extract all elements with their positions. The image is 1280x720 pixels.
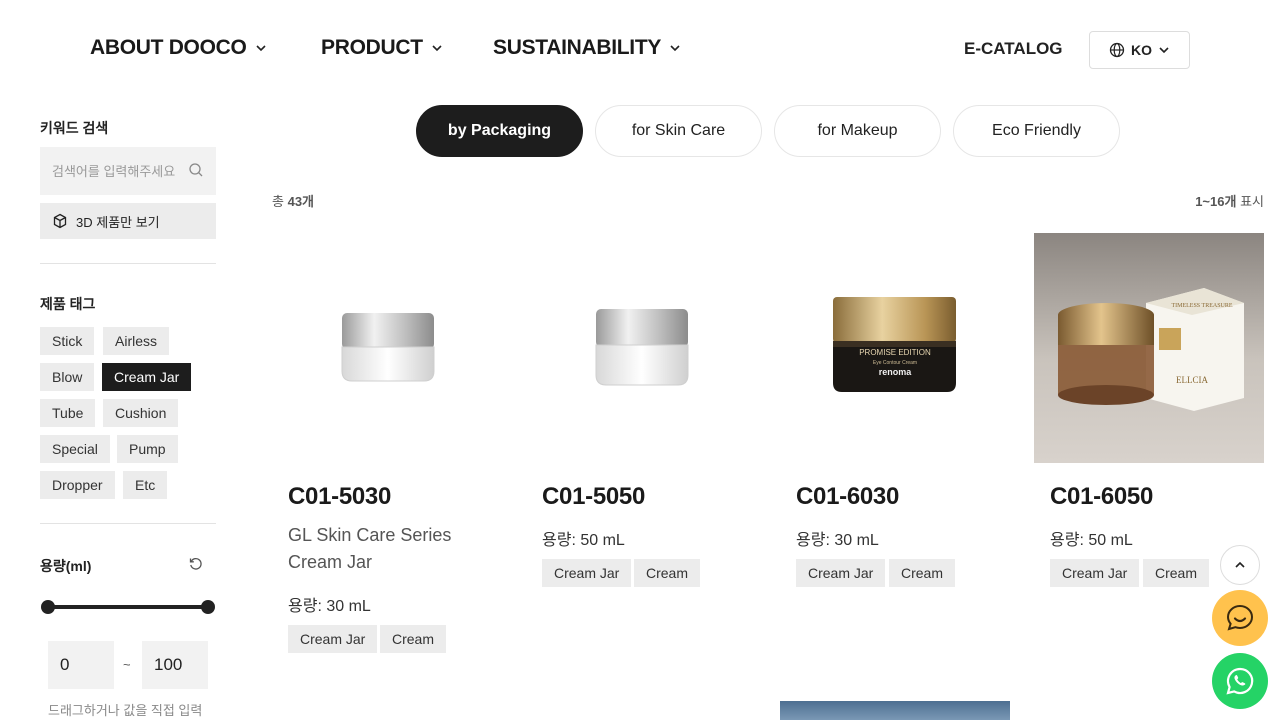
nav-about[interactable]: ABOUT DOOCO — [90, 36, 267, 60]
slider-min-handle[interactable] — [41, 600, 55, 614]
search-icon[interactable] — [188, 162, 204, 178]
box-text: ELLCIA — [1176, 375, 1208, 385]
range-max-field — [142, 641, 208, 689]
search-input[interactable] — [52, 163, 182, 179]
reset-icon[interactable] — [188, 556, 204, 572]
box-text: TIMELESS TREASURE — [1171, 303, 1232, 309]
chat-button[interactable] — [1212, 590, 1268, 646]
cube-icon — [53, 213, 67, 229]
language-label: KO — [1131, 42, 1152, 58]
jar-text: renoma — [879, 367, 913, 377]
slider-max-handle[interactable] — [201, 600, 215, 614]
product-image[interactable]: TIMELESS TREASURE ELLCIA — [1034, 233, 1264, 463]
tag-dropper[interactable]: Dropper — [40, 471, 115, 499]
tag-stick[interactable]: Stick — [40, 327, 95, 355]
product-image[interactable] — [272, 233, 502, 463]
product-tags-label: 제품 태그 — [40, 296, 96, 312]
range-hint: 드래그하거나 값을 직접 입력 — [48, 703, 203, 718]
product-capacity: 용량: 50 mL — [1050, 532, 1133, 549]
range-suffix: 표시 — [1240, 194, 1264, 209]
range-separator: ~ — [123, 657, 131, 672]
product-capacity: 용량: 30 mL — [288, 598, 371, 615]
tag-tube[interactable]: Tube — [40, 399, 96, 427]
product-tag: Cream Jar — [796, 559, 886, 587]
tag-cream-jar[interactable]: Cream Jar — [102, 363, 192, 391]
product-capacity: 용량: 30 mL — [796, 532, 879, 549]
total-count: 총 43개 — [272, 191, 314, 210]
language-selector[interactable]: KO — [1089, 31, 1190, 69]
product-image[interactable] — [526, 233, 756, 463]
display-range: 1~16개 표시 — [1195, 191, 1264, 210]
product-tag: Cream — [634, 559, 701, 587]
nav-product-label: PRODUCT — [321, 36, 423, 59]
3d-only-button[interactable]: 3D 제품만 보기 — [40, 203, 216, 239]
capacity-label: 용량(ml) — [40, 558, 92, 574]
pill-makeup[interactable]: for Makeup — [774, 105, 941, 157]
product-tag: Cream Jar — [542, 559, 632, 587]
3d-only-label: 3D 제품만 보기 — [76, 214, 160, 230]
product-tag: Cream Jar — [1050, 559, 1140, 587]
product-name: GL Skin Care Series Cream Jar — [288, 525, 452, 572]
scroll-top-button[interactable] — [1220, 545, 1260, 585]
total-prefix: 총 — [272, 194, 284, 209]
product-code[interactable]: C01-5050 — [542, 483, 645, 511]
tag-blow[interactable]: Blow — [40, 363, 95, 391]
pill-skin-care[interactable]: for Skin Care — [595, 105, 762, 157]
product-tag: Cream Jar — [288, 625, 378, 653]
whatsapp-icon — [1226, 667, 1254, 695]
range-min-input[interactable] — [60, 655, 104, 675]
search-box — [40, 147, 216, 195]
jar-text: Eye Contour Cream — [873, 360, 917, 366]
range-value: 1~16개 — [1195, 194, 1237, 209]
tag-airless[interactable]: Airless — [103, 327, 170, 355]
divider — [40, 263, 216, 264]
jar-illustration — [341, 313, 435, 382]
nav-product[interactable]: PRODUCT — [321, 36, 443, 60]
globe-icon — [1109, 42, 1125, 58]
divider — [40, 523, 216, 524]
tag-pump[interactable]: Pump — [117, 435, 178, 463]
product-tag: Cream — [380, 625, 447, 653]
product-code[interactable]: C01-6050 — [1050, 483, 1153, 511]
chat-smile-icon — [1226, 604, 1254, 631]
product-capacity: 용량: 50 mL — [542, 532, 625, 549]
jar-text: PROMISE EDITION — [859, 348, 931, 357]
jar-illustration: PROMISE EDITION Eye Contour Cream renoma — [833, 297, 956, 392]
range-max-input[interactable] — [154, 655, 198, 675]
capacity-slider-track[interactable] — [48, 605, 208, 609]
ecatalog-link[interactable]: E-CATALOG — [964, 39, 1063, 59]
total-value: 43개 — [287, 194, 315, 209]
keyword-search-label: 키워드 검색 — [40, 120, 109, 136]
pill-eco-friendly[interactable]: Eco Friendly — [953, 105, 1120, 157]
tag-etc[interactable]: Etc — [123, 471, 168, 499]
product-code[interactable]: C01-6030 — [796, 483, 899, 511]
whatsapp-button[interactable] — [1212, 653, 1268, 709]
product-tag: Cream — [1143, 559, 1210, 587]
chevron-up-icon — [1235, 561, 1245, 568]
product-code[interactable]: C01-5030 — [288, 483, 391, 511]
chevron-down-icon — [432, 45, 442, 52]
tag-special[interactable]: Special — [40, 435, 110, 463]
nav-about-label: ABOUT DOOCO — [90, 36, 247, 59]
nav-sustainability[interactable]: SUSTAINABILITY — [493, 36, 681, 60]
chevron-down-icon — [255, 45, 266, 52]
product-image[interactable]: PROMISE EDITION Eye Contour Cream renoma — [780, 233, 1010, 463]
chevron-down-icon — [1159, 47, 1169, 54]
tag-cushion[interactable]: Cushion — [103, 399, 179, 427]
product-photo: TIMELESS TREASURE ELLCIA — [1034, 233, 1264, 463]
product-tag: Cream — [889, 559, 956, 587]
range-min-field — [48, 641, 114, 689]
nav-sustainability-label: SUSTAINABILITY — [493, 36, 662, 59]
chevron-down-icon — [670, 45, 680, 52]
pill-by-packaging[interactable]: by Packaging — [416, 105, 583, 157]
jar-illustration — [595, 309, 689, 386]
product-image[interactable] — [780, 701, 1010, 720]
